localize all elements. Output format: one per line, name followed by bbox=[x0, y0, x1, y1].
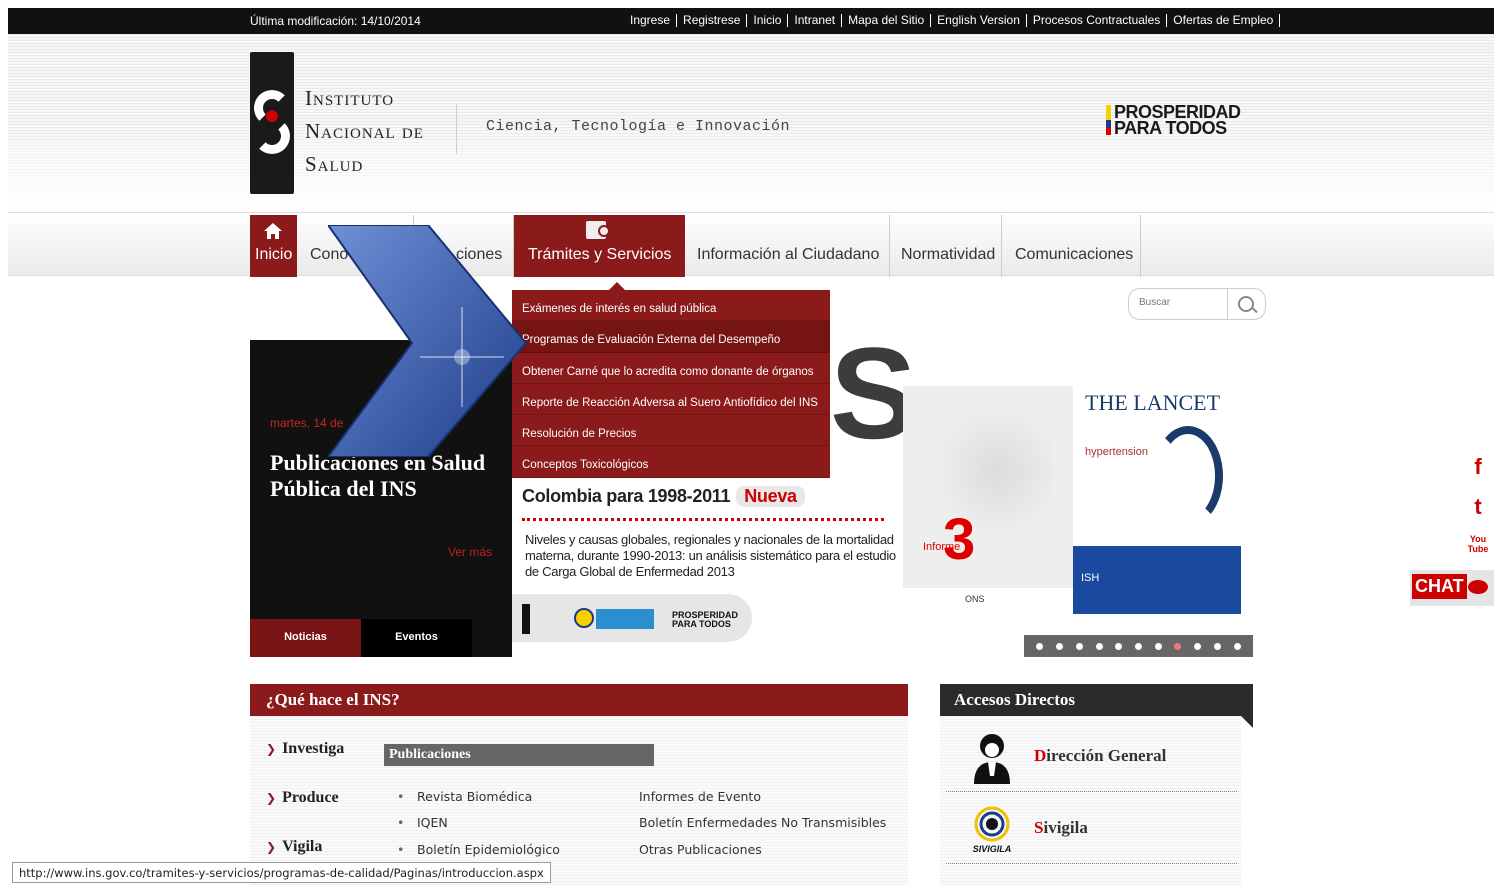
prosperidad-logo[interactable]: PROSPERIDAD PARA TODOS bbox=[1106, 103, 1241, 137]
acceso-sivigila[interactable]: SIVIGILA Sivigila bbox=[946, 792, 1237, 864]
tab-eventos[interactable]: Eventos bbox=[361, 619, 472, 657]
carousel-dot[interactable] bbox=[1036, 642, 1044, 650]
logo-divider bbox=[456, 104, 457, 154]
carousel-dot[interactable] bbox=[1134, 642, 1142, 650]
side-link-investiga[interactable]: ❯ Investiga bbox=[266, 740, 344, 758]
menu-item-examenes[interactable]: Exámenes de interés en salud pública bbox=[512, 290, 830, 322]
pub-link-otras-publicaciones[interactable]: Otras Publicaciones bbox=[639, 842, 762, 857]
carousel-dot-active[interactable] bbox=[1174, 642, 1182, 650]
menu-item-resolucion-precios[interactable]: Resolución de Precios bbox=[512, 415, 830, 447]
twitter-icon[interactable]: t bbox=[1462, 494, 1494, 520]
link-inicio[interactable]: Inicio bbox=[747, 14, 789, 27]
partner-logos: ONS bbox=[965, 594, 985, 604]
nav-inicio[interactable]: Inicio bbox=[250, 215, 297, 277]
publicaciones-header: Publicaciones bbox=[384, 744, 654, 766]
ver-mas-link[interactable]: Ver más bbox=[448, 545, 492, 559]
search-box bbox=[1128, 288, 1266, 320]
que-hace-section: ¿Qué hace el INS? ❯ Investiga ❯ Produce ❯ V… bbox=[250, 684, 908, 885]
youtube-icon[interactable]: You Tube bbox=[1462, 534, 1494, 554]
main-nav: Inicio Cono ciones Trámites y Servicios … bbox=[8, 212, 1494, 277]
colombia-seal-icon bbox=[574, 608, 594, 628]
carousel-dot[interactable] bbox=[1233, 642, 1241, 650]
pub-link-revista-biomedica[interactable]: Revista Biomédica bbox=[397, 789, 532, 804]
news-headline[interactable]: Publicaciones en Salud Pública del INS bbox=[270, 450, 490, 502]
site-header: Instituto Nacional de Salud Ciencia, Tec… bbox=[8, 34, 1494, 212]
ins-logo-icon[interactable] bbox=[250, 52, 294, 194]
search-icon[interactable] bbox=[1227, 289, 1265, 319]
status-bar-url: http://www.ins.gov.co/tramites-y-servici… bbox=[12, 862, 551, 883]
accesos-directos: Accesos Directos Dirección General SIVIG… bbox=[940, 684, 1253, 885]
ins-small-logo-icon bbox=[522, 604, 530, 634]
utility-links: Ingrese Registrese Inicio Intranet Mapa … bbox=[630, 14, 1281, 27]
banner-title: Colombia para 1998-2011 Nueva bbox=[522, 486, 805, 507]
carousel-dot[interactable] bbox=[1075, 642, 1083, 650]
carousel-pager bbox=[1024, 635, 1253, 657]
browser-viewport: Última modificación: 14/10/2014 Ingrese … bbox=[0, 0, 1494, 885]
carousel-dot[interactable] bbox=[1115, 642, 1123, 650]
link-english-version[interactable]: English Version bbox=[931, 14, 1027, 27]
chat-bubble-icon bbox=[1468, 580, 1488, 594]
chevron-right-icon: ❯ bbox=[266, 840, 277, 854]
nav-tramites-servicios[interactable]: Trámites y Servicios bbox=[514, 215, 685, 277]
top-utility-bar: Última modificación: 14/10/2014 Ingrese … bbox=[8, 8, 1494, 34]
colombia-flag-icon bbox=[1106, 105, 1111, 135]
menu-item-conceptos-toxicologicos[interactable]: Conceptos Toxicológicos bbox=[512, 446, 830, 478]
accesos-title: Accesos Directos bbox=[940, 684, 1253, 716]
pub-link-iqen[interactable]: IQEN bbox=[397, 815, 448, 830]
nueva-badge: Nueva bbox=[736, 486, 805, 507]
chevron-right-icon bbox=[328, 225, 528, 457]
informe-cover: Informe 3 bbox=[903, 386, 1073, 588]
ins-logo-text[interactable]: Instituto Nacional de Salud bbox=[305, 82, 424, 181]
side-link-vigila[interactable]: ❯ Vigila bbox=[266, 838, 322, 856]
carousel-dot[interactable] bbox=[1056, 642, 1064, 650]
chat-button[interactable]: CHAT bbox=[1410, 570, 1494, 606]
stethoscope-icon bbox=[1153, 426, 1223, 526]
carousel-dot[interactable] bbox=[1154, 642, 1162, 650]
carousel-dot[interactable] bbox=[1194, 642, 1202, 650]
home-icon bbox=[264, 223, 282, 239]
facebook-icon[interactable]: f bbox=[1462, 454, 1494, 480]
link-intranet[interactable]: Intranet bbox=[788, 14, 843, 27]
link-ofertas-empleo[interactable]: Ofertas de Empleo bbox=[1167, 14, 1281, 27]
nav-normatividad[interactable]: Normatividad bbox=[890, 215, 1002, 277]
nav-comunicaciones[interactable]: Comunicaciones bbox=[1002, 215, 1141, 277]
que-hace-title: ¿Qué hace el INS? bbox=[250, 684, 908, 716]
services-icon bbox=[586, 221, 610, 239]
chevron-right-icon: ❯ bbox=[266, 742, 277, 756]
link-procesos-contractuales[interactable]: Procesos Contractuales bbox=[1027, 14, 1168, 27]
pub-link-boletin-no-transmisibles[interactable]: Boletín Enfermedades No Transmisibles bbox=[639, 815, 886, 830]
chevron-right-icon: ❯ bbox=[266, 791, 277, 805]
dotted-divider bbox=[522, 518, 884, 521]
carousel-dot[interactable] bbox=[1095, 642, 1103, 650]
nav-informacion-ciudadano[interactable]: Información al Ciudadano bbox=[685, 215, 890, 277]
acceso-direccion-general[interactable]: Dirección General bbox=[946, 720, 1237, 792]
banner-logos: PROSPERIDAD PARA TODOS bbox=[512, 594, 752, 642]
link-mapa-sitio[interactable]: Mapa del Sitio bbox=[842, 14, 932, 27]
pub-link-informes-evento[interactable]: Informes de Evento bbox=[639, 789, 761, 804]
banner-description: Niveles y causas globales, regionales y … bbox=[525, 532, 896, 579]
tab-noticias[interactable]: Noticias bbox=[250, 619, 361, 657]
menu-item-reporte-reaccion[interactable]: Reporte de Reacción Adversa al Suero Ant… bbox=[512, 384, 830, 416]
last-modified-text: Última modificación: 14/10/2014 bbox=[250, 14, 421, 28]
carousel-dot[interactable] bbox=[1213, 642, 1221, 650]
search-input[interactable] bbox=[1139, 297, 1229, 308]
link-registrese[interactable]: Registrese bbox=[677, 14, 748, 27]
tagline: Ciencia, Tecnología e Innovación bbox=[486, 118, 791, 135]
lancet-cover: THE LANCET hypertension ISH bbox=[1073, 386, 1241, 614]
prosperidad-small-logo: PROSPERIDAD PARA TODOS bbox=[672, 610, 739, 629]
pub-link-boletin-epidemiologico[interactable]: Boletín Epidemiológico bbox=[397, 842, 560, 857]
link-ingrese[interactable]: Ingrese bbox=[630, 14, 678, 27]
dropdown-caret bbox=[608, 282, 626, 291]
menu-item-programas-evaluacion[interactable]: Programas de Evaluación Externa del Dese… bbox=[512, 321, 830, 353]
publications-image[interactable]: Informe 3 THE LANCET hypertension ISH ON… bbox=[903, 386, 1241, 614]
sivigila-icon: SIVIGILA bbox=[973, 806, 1012, 854]
side-link-produce[interactable]: ❯ Produce bbox=[266, 789, 339, 807]
minsalud-logo-icon bbox=[596, 609, 654, 629]
tramites-dropdown-menu: Exámenes de interés en salud pública Pro… bbox=[512, 282, 830, 478]
menu-item-carne-donante[interactable]: Obtener Carné que lo acredita como donan… bbox=[512, 353, 830, 384]
director-icon bbox=[974, 734, 1010, 784]
svg-text:SIVIGILA: SIVIGILA bbox=[973, 844, 1012, 854]
